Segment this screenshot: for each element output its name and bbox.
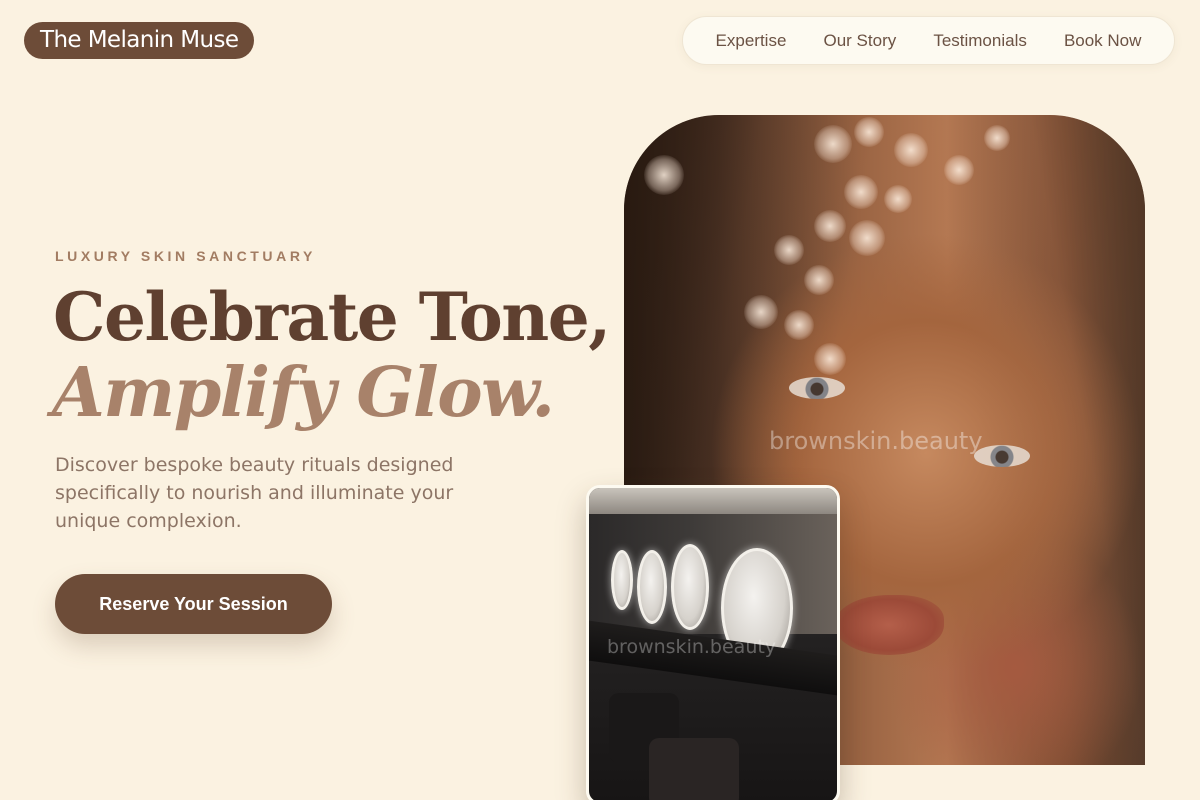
portrait-watermark: brownskin.beauty xyxy=(769,427,983,455)
portrait-left-eye xyxy=(789,377,845,399)
salon-mirror xyxy=(611,550,633,610)
bokeh-light xyxy=(984,125,1010,151)
bokeh-light xyxy=(774,235,804,265)
salon-mirror xyxy=(671,544,709,630)
bokeh-light xyxy=(854,117,884,147)
nav-our-story[interactable]: Our Story xyxy=(823,31,896,51)
salon-chair xyxy=(649,738,739,800)
hero-headline-line1: Celebrate Tone, xyxy=(53,278,611,356)
salon-image: brownskin.beauty xyxy=(586,485,840,800)
portrait-lips xyxy=(834,595,944,655)
bokeh-light xyxy=(804,265,834,295)
bokeh-light xyxy=(849,220,885,256)
bokeh-light xyxy=(814,343,846,375)
bokeh-light xyxy=(744,295,778,329)
nav-expertise[interactable]: Expertise xyxy=(716,31,787,51)
nav-book-now[interactable]: Book Now xyxy=(1064,31,1141,51)
salon-watermark: brownskin.beauty xyxy=(607,636,777,658)
salon-ceiling xyxy=(589,488,837,514)
hero-description: Discover bespoke beauty rituals designed… xyxy=(55,454,454,532)
bokeh-light xyxy=(844,175,878,209)
salon-mirror xyxy=(637,550,667,624)
bokeh-light xyxy=(784,310,814,340)
hero-headline-line2: Amplify Glow. xyxy=(52,353,555,433)
bokeh-light xyxy=(944,155,974,185)
hero-eyebrow: LUXURY SKIN SANCTUARY xyxy=(55,248,316,264)
bokeh-light xyxy=(814,125,852,163)
bokeh-light xyxy=(894,133,928,167)
main-nav: Expertise Our Story Testimonials Book No… xyxy=(682,16,1175,65)
bokeh-light xyxy=(814,210,846,242)
brand-logo[interactable]: The Melanin Muse xyxy=(24,22,255,59)
bokeh-light xyxy=(644,155,684,195)
reserve-session-button[interactable]: Reserve Your Session xyxy=(55,574,332,634)
bokeh-light xyxy=(884,185,912,213)
nav-testimonials[interactable]: Testimonials xyxy=(933,31,1027,51)
